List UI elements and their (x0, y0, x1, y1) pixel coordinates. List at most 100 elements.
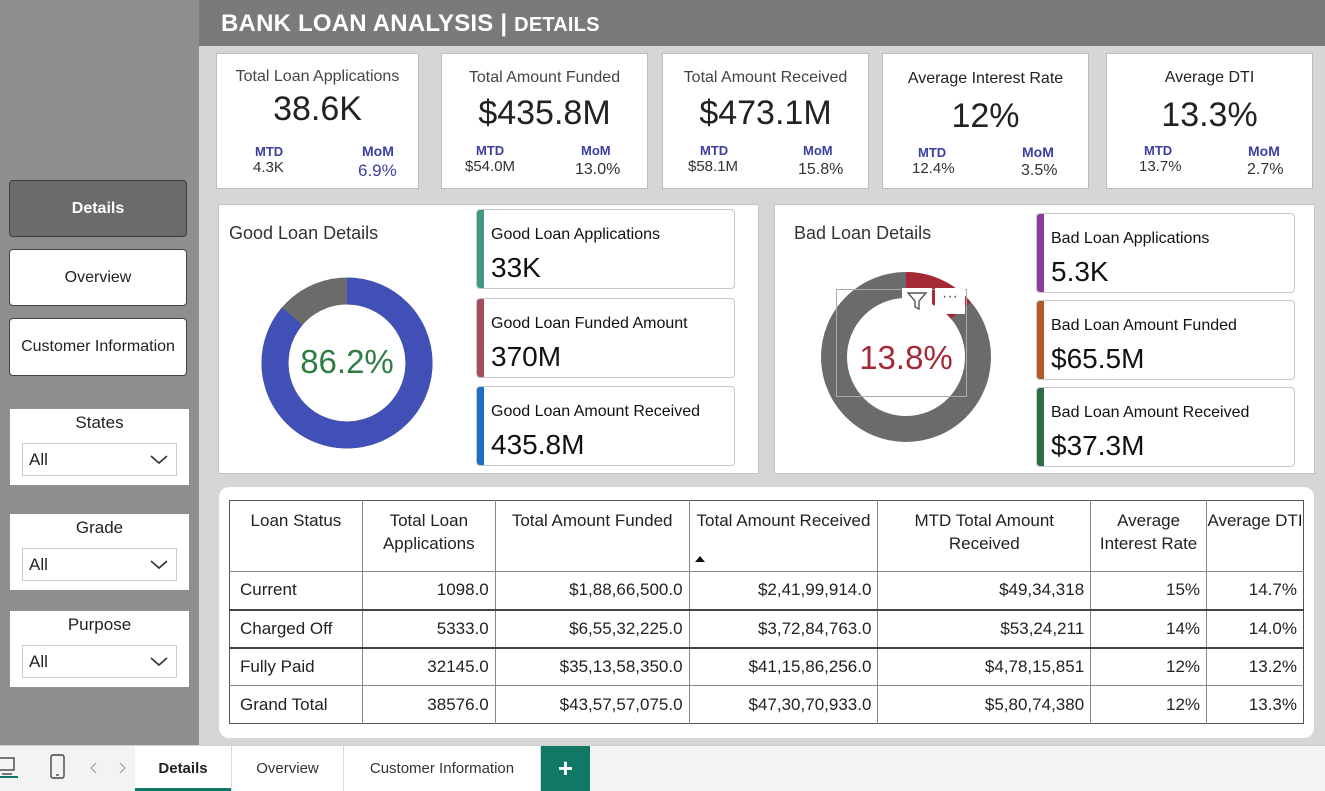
tab-customer-information[interactable]: Customer Information (344, 746, 541, 791)
card-accent-bar (477, 210, 484, 288)
kpi-value: 12% (951, 97, 1020, 135)
kpi-mtd-value: $54.0M (465, 158, 516, 175)
nav-customer-information-button[interactable]: Customer Information (9, 318, 187, 376)
table-cell: 1098.0 (361, 571, 496, 611)
kpi-mtd-value: 12.4% (912, 160, 955, 177)
nav-overview-label: Overview (64, 268, 132, 286)
header-bar: BANK LOAN ANALYSIS | DETAILS (199, 0, 1325, 46)
table-cell: $49,34,318 (877, 571, 1091, 611)
tab-label: Customer Information (369, 760, 515, 777)
tab-details[interactable]: Details (135, 746, 232, 791)
header-label: Total Amount Received (696, 511, 871, 530)
tab-overview[interactable]: Overview (232, 746, 344, 791)
table-cell: 15% (1090, 571, 1207, 611)
grade-slicer-label: Grade (75, 518, 124, 537)
sidebar: Details Overview Customer Information St… (0, 0, 199, 745)
kpi-mtd-label: MTD (255, 144, 284, 159)
desktop-view-icon[interactable] (0, 756, 18, 778)
table-cell: $43,57,57,075.0 (494, 685, 690, 724)
card-value: 435.8M (491, 429, 585, 460)
table-cell: $2,41,99,914.0 (688, 571, 878, 611)
chevron-right-icon[interactable] (117, 762, 127, 774)
kpi-card-average-dti[interactable]: Average DTI 13.3% MTD 13.7% MoM 2.7% (1106, 53, 1313, 189)
kpi-mtd-label: MTD (1144, 143, 1173, 158)
chevron-left-icon[interactable] (89, 762, 99, 774)
table-cell: Charged Off (229, 609, 363, 649)
more-options-icon[interactable]: ··· (935, 288, 965, 314)
good-loan-funded-amount-card[interactable]: Good Loan Funded Amount 370M (476, 298, 735, 378)
kpi-card-total-amount-received[interactable]: Total Amount Received $473.1M MTD $58.1M… (662, 53, 869, 189)
table-row[interactable]: Charged Off 5333.0 $6,55,32,225.0 $3,72,… (229, 609, 1304, 649)
table-cell: 38576.0 (361, 685, 496, 724)
column-header-total-amount-received[interactable]: Total Amount Received (688, 500, 878, 572)
table-cell: $47,30,70,933.0 (688, 685, 878, 724)
kpi-mom-label: MoM (1248, 143, 1280, 159)
column-header-mtd-total-amount-received[interactable]: MTD Total Amount Received (877, 500, 1091, 572)
bad-loan-panel: Bad Loan Details ··· 13.8% Bad Loan Appl… (774, 204, 1315, 474)
kpi-mom-value: 6.9% (358, 161, 397, 180)
table-cell: $53,24,211 (877, 609, 1091, 649)
table-row[interactable]: Current 1098.0 $1,88,66,500.0 $2,41,99,9… (229, 571, 1304, 611)
mobile-view-icon[interactable] (49, 754, 67, 780)
kpi-mom-value: 15.8% (798, 161, 844, 178)
chevron-down-icon (150, 657, 168, 667)
grade-dropdown-value: All (29, 554, 48, 574)
purpose-dropdown-value: All (29, 651, 48, 671)
kpi-mom-value: 3.5% (1021, 162, 1058, 179)
table-cell: $35,13,58,350.0 (494, 647, 690, 686)
card-accent-bar (477, 387, 484, 465)
sort-ascending-icon (694, 556, 705, 562)
kpi-mom-label: MoM (362, 143, 394, 159)
states-slicer: States All (10, 409, 189, 485)
table-cell: 14.7% (1206, 571, 1304, 611)
column-header-total-loan-applications[interactable]: Total Loan Applications (361, 500, 496, 572)
grade-dropdown[interactable]: All (22, 548, 177, 581)
loan-status-table-visual: Loan Status Total Loan Applications Tota… (219, 487, 1314, 738)
good-loan-panel: Good Loan Details 86.2% Good Loan Applic… (218, 204, 759, 474)
loan-status-table[interactable]: Loan Status Total Loan Applications Tota… (229, 500, 1304, 724)
nav-details-button[interactable]: Details (9, 180, 187, 237)
header-label: Loan Status (250, 511, 342, 530)
kpi-title: Total Loan Applications (235, 68, 400, 85)
kpi-mom-label: MoM (1022, 144, 1054, 160)
column-header-average-interest-rate[interactable]: Average Interest Rate (1090, 500, 1207, 572)
nav-overview-button[interactable]: Overview (9, 249, 187, 306)
good-loan-applications-card[interactable]: Good Loan Applications 33K (476, 209, 735, 289)
column-header-total-amount-funded[interactable]: Total Amount Funded (494, 500, 690, 572)
kpi-value: 38.6K (273, 90, 362, 128)
states-dropdown-value: All (29, 449, 48, 469)
card-title: Good Loan Applications (491, 226, 661, 243)
bad-loan-amount-received-card[interactable]: Bad Loan Amount Received $37.3M (1036, 387, 1295, 467)
good-loan-amount-received-card[interactable]: Good Loan Amount Received 435.8M (476, 386, 735, 466)
kpi-card-total-amount-funded[interactable]: Total Amount Funded $435.8M MTD $54.0M M… (441, 53, 648, 189)
kpi-mom-label: MoM (581, 143, 611, 158)
filter-icon[interactable] (902, 288, 932, 314)
kpi-mom-value: 13.0% (575, 161, 621, 178)
kpi-card-average-interest-rate[interactable]: Average Interest Rate 12% MTD 12.4% MoM … (882, 53, 1089, 189)
purpose-dropdown[interactable]: All (22, 645, 177, 678)
table-total-row[interactable]: Grand Total 38576.0 $43,57,57,075.0 $47,… (230, 685, 1304, 724)
table-row[interactable]: Fully Paid 32145.0 $35,13,58,350.0 $41,1… (229, 647, 1304, 686)
chevron-down-icon (150, 560, 168, 570)
kpi-mtd-value: $58.1M (688, 158, 739, 175)
bad-loan-applications-card[interactable]: Bad Loan Applications 5.3K (1036, 213, 1295, 293)
add-page-button[interactable]: + (541, 746, 590, 791)
bad-loan-amount-funded-card[interactable]: Bad Loan Amount Funded $65.5M (1036, 300, 1295, 380)
column-header-average-dti[interactable]: Average DTI (1206, 500, 1304, 572)
plus-icon: + (557, 753, 574, 783)
bad-loan-title: Bad Loan Details (794, 223, 932, 243)
page-title: BANK LOAN ANALYSIS | DETAILS (221, 10, 600, 38)
purpose-slicer-label: Purpose (67, 615, 132, 634)
kpi-mom-label: MoM (803, 143, 833, 158)
card-accent-bar (1037, 214, 1044, 292)
kpi-mom-value: 2.7% (1247, 161, 1284, 178)
states-dropdown[interactable]: All (22, 443, 177, 476)
page-tab-bar: Details Overview Customer Information + (0, 745, 1325, 791)
card-title: Good Loan Amount Received (491, 403, 701, 420)
card-value: 33K (491, 252, 541, 283)
header-label: Average DTI (1207, 511, 1303, 530)
column-header-loan-status[interactable]: Loan Status (229, 500, 363, 572)
kpi-card-total-loan-applications[interactable]: Total Loan Applications 38.6K MTD 4.3K M… (216, 53, 419, 189)
page-title-main: BANK LOAN ANALYSIS (221, 10, 494, 37)
table-cell: 14% (1090, 609, 1207, 649)
